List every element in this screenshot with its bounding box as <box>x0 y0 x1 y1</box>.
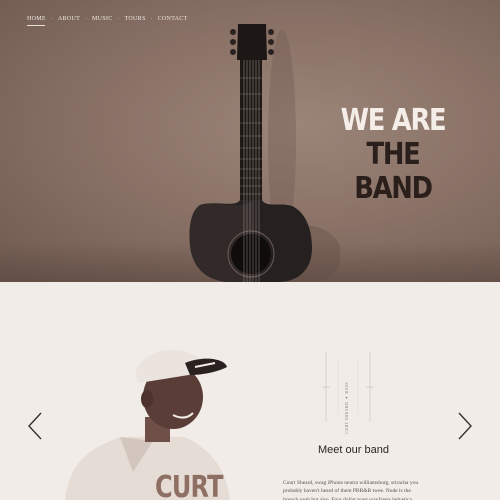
section-title: Meet our band <box>318 444 389 456</box>
headline-line-2: THE BAND <box>354 137 433 206</box>
nav-tours[interactable]: TOURS <box>125 16 146 22</box>
main-nav: HOME · ABOUT · MUSIC · TOURS · CONTACT <box>27 16 188 26</box>
guitar-image <box>189 24 340 282</box>
nav-separator: · <box>117 16 120 22</box>
member-role-label: CURT SHEARD ● BASS <box>344 382 349 434</box>
chevron-left-icon[interactable] <box>27 412 43 440</box>
member-bio: Court Sheard, swag iPhone neutra william… <box>283 479 419 500</box>
nav-active-indicator <box>27 25 45 26</box>
nav-separator: · <box>85 16 88 22</box>
meet-band-section: CURT CURT SHEARD ● BASS Meet our band Co… <box>0 282 500 500</box>
nav-separator: · <box>50 16 53 22</box>
nav-about[interactable]: ABOUT <box>58 16 80 22</box>
member-name: CURT <box>155 470 223 500</box>
hero-banner: HOME · ABOUT · MUSIC · TOURS · CONTACT W… <box>0 0 500 282</box>
nav-music[interactable]: MUSIC <box>92 16 113 22</box>
nav-home[interactable]: HOME <box>27 16 46 22</box>
hero-headline: WE ARE THE BAND <box>318 104 468 206</box>
headline-line-1: WE ARE <box>340 103 447 138</box>
nav-separator: · <box>150 16 153 22</box>
chevron-right-icon[interactable] <box>457 412 473 440</box>
